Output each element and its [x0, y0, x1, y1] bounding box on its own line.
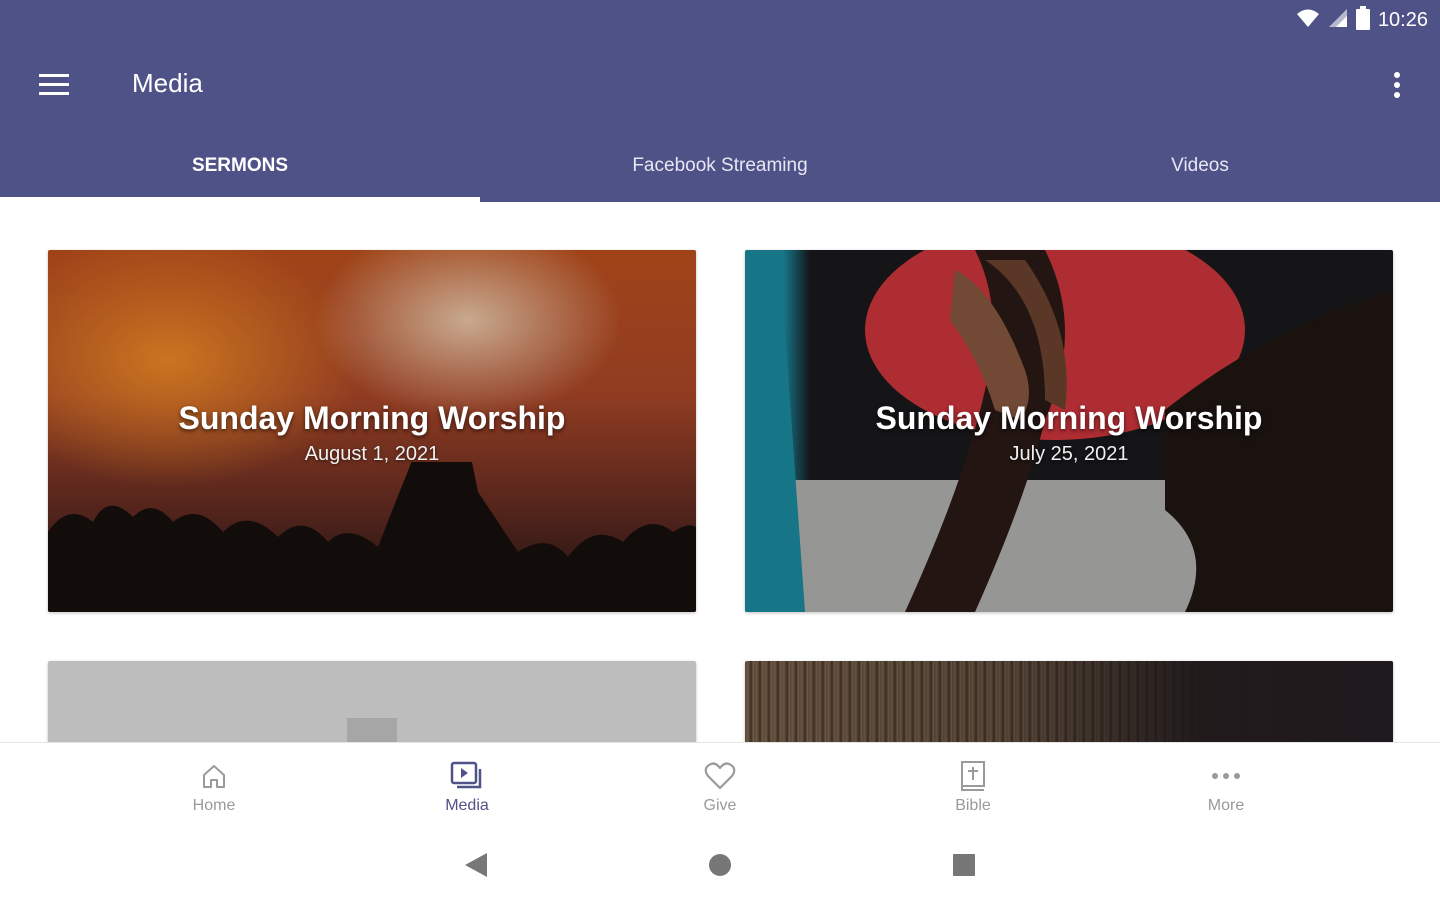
hamburger-menu-icon[interactable] [28, 64, 80, 106]
card-title: Sunday Morning Worship [178, 400, 566, 436]
image-placeholder [48, 661, 696, 742]
tab-facebook-streaming[interactable]: Facebook Streaming [480, 130, 960, 202]
image-fade [745, 661, 1393, 742]
bottom-navigation: Home Media Give Bible More [0, 742, 1440, 830]
card-text: Sunday Morning Worship July 25, 2021 [745, 400, 1393, 466]
recents-icon[interactable] [842, 830, 1086, 900]
sermon-grid: Sunday Morning Worship August 1, 2021 Su… [0, 202, 1440, 742]
placeholder-icon [347, 718, 397, 742]
nav-item-media[interactable]: Media [341, 743, 594, 831]
more-vert-icon[interactable] [1382, 64, 1412, 106]
nav-label: Home [192, 797, 236, 814]
card-date: August 1, 2021 [304, 443, 440, 465]
tab-sermons[interactable]: SERMONS [0, 130, 480, 202]
signal-icon [1328, 8, 1348, 33]
nav-item-more[interactable]: More [1100, 743, 1353, 831]
status-time: 10:26 [1377, 8, 1428, 31]
more-horiz-icon [1209, 759, 1243, 793]
page-title: Media [132, 68, 203, 98]
back-icon[interactable] [354, 830, 598, 900]
battery-icon [1355, 5, 1370, 35]
status-bar: 10:26 [0, 0, 1440, 40]
tab-bar: SERMONS Facebook Streaming Videos [0, 130, 1440, 202]
nav-item-home[interactable]: Home [88, 743, 341, 831]
card-text: Sunday Morning Worship August 1, 2021 [48, 400, 696, 466]
app-root: 10:26 Media SERMONS Facebook Streaming V… [0, 0, 1440, 900]
bible-icon [956, 759, 990, 793]
nav-label: Give [703, 797, 737, 814]
nav-item-give[interactable]: Give [594, 743, 847, 831]
app-bar: Media [0, 40, 1440, 130]
card-date: July 25, 2021 [1009, 443, 1129, 465]
nav-label: More [1207, 797, 1245, 814]
media-icon [450, 759, 484, 793]
nav-label: Bible [955, 797, 991, 814]
heart-icon [703, 759, 737, 793]
system-navigation [0, 830, 1440, 900]
home-circle-icon[interactable] [598, 830, 842, 900]
nav-item-bible[interactable]: Bible [847, 743, 1100, 831]
card-title: Sunday Morning Worship [875, 400, 1263, 436]
nav-label: Media [445, 797, 489, 814]
sermon-card[interactable]: Sunday Morning Worship August 1, 2021 [48, 250, 696, 612]
sermon-card[interactable] [48, 661, 696, 742]
wifi-icon [1296, 8, 1320, 33]
home-icon [197, 759, 231, 793]
sermon-card[interactable]: Sunday Morning Worship July 25, 2021 [745, 250, 1393, 612]
tab-videos[interactable]: Videos [960, 130, 1440, 202]
status-icons: 10:26 [1296, 5, 1428, 35]
wood-image [745, 661, 1393, 742]
sermon-card[interactable] [745, 661, 1393, 742]
